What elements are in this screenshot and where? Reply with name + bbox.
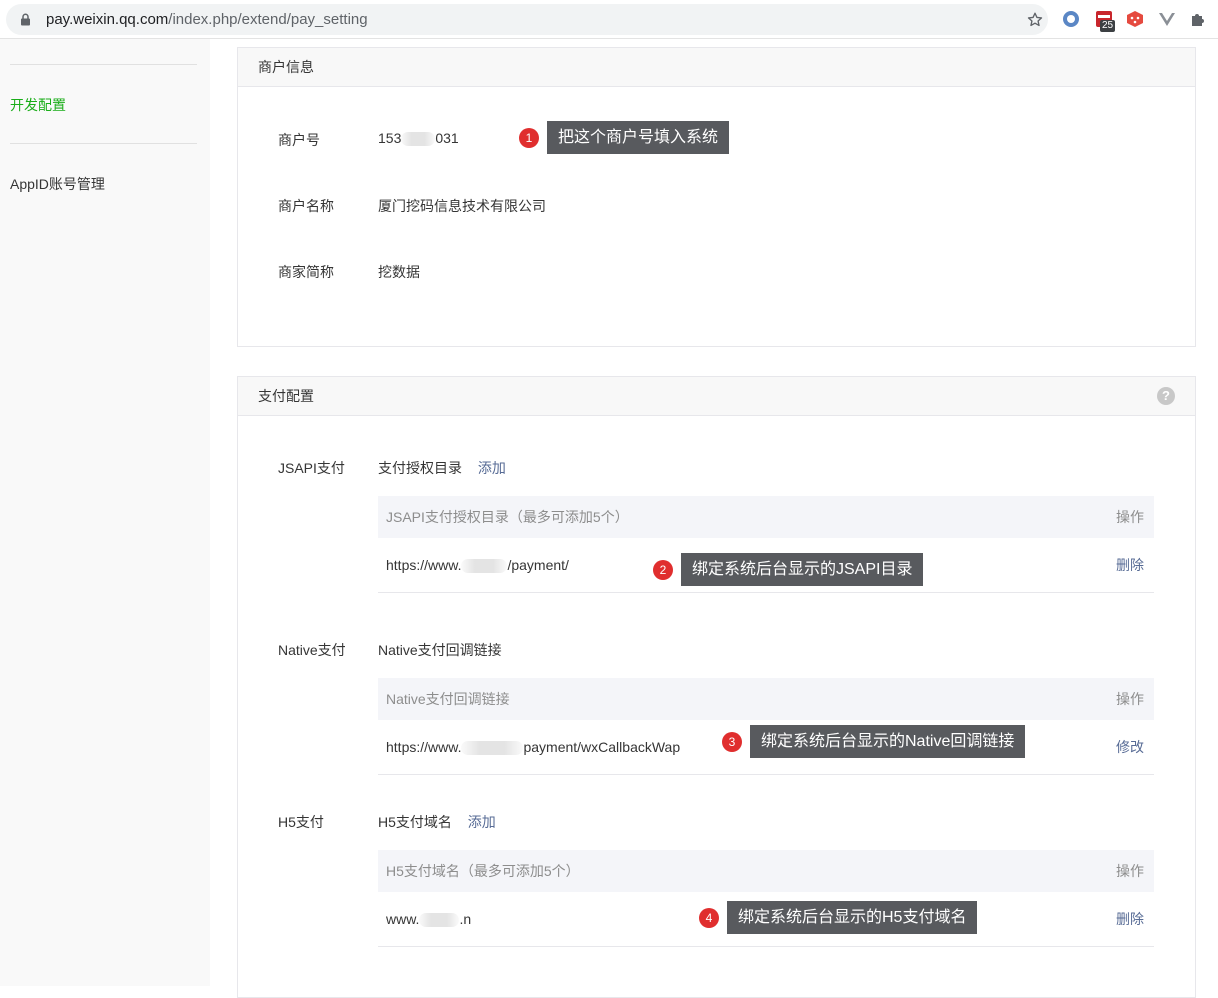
merchant-short-name-label: 商家简称 bbox=[278, 264, 334, 280]
h5-domain-value: www. .n bbox=[386, 911, 472, 928]
merchant-id-value: 153 031 bbox=[378, 130, 459, 147]
native-callback-value: https://www. payment/wxCallbackWap bbox=[386, 739, 681, 756]
extension-dice-icon[interactable] bbox=[1125, 9, 1145, 29]
annotation-text: 绑定系统后台显示的H5支付域名 bbox=[727, 901, 978, 934]
jsapi-col-action: 操作 bbox=[1116, 509, 1144, 525]
url-text: pay.weixin.qq.com/index.php/extend/pay_s… bbox=[46, 11, 368, 28]
help-icon[interactable]: ? bbox=[1157, 387, 1175, 405]
annotation-text: 绑定系统后台显示的JSAPI目录 bbox=[681, 553, 924, 586]
sidebar: 开发配置 AppID账号管理 bbox=[0, 39, 210, 986]
native-col-action: 操作 bbox=[1116, 691, 1144, 707]
merchant-short-name-value: 挖数据 bbox=[378, 264, 420, 280]
h5-sub-text: H5支付域名 bbox=[378, 814, 452, 830]
merchant-info-title: 商户信息 bbox=[238, 48, 1195, 87]
payment-config-title-text: 支付配置 bbox=[258, 388, 314, 404]
jsapi-add-link[interactable]: 添加 bbox=[478, 460, 506, 476]
annotation-callout: 3 绑定系统后台显示的Native回调链接 bbox=[722, 725, 1026, 758]
native-sub-label: Native支付回调链接 bbox=[378, 642, 502, 658]
merchant-name-label: 商户名称 bbox=[278, 198, 334, 214]
annotation-number: 2 bbox=[653, 559, 673, 580]
extension-vue-icon[interactable] bbox=[1157, 9, 1177, 29]
h5-label: H5支付 bbox=[278, 814, 324, 830]
h5-col-action: 操作 bbox=[1116, 863, 1144, 879]
annotation-callout: 1 把这个商户号填入系统 bbox=[519, 121, 730, 154]
address-bar[interactable]: pay.weixin.qq.com/index.php/extend/pay_s… bbox=[6, 4, 1048, 35]
h5-table-header: H5支付域名（最多可添加5个） 操作 bbox=[378, 850, 1154, 892]
merchant-info-panel: 商户信息 商户号 153 031 商户名称 厦门挖码信息技术有限公司 商家简称 挖… bbox=[237, 47, 1196, 347]
annotation-callout: 4 绑定系统后台显示的H5支付域名 bbox=[699, 901, 978, 934]
jsapi-delete-link[interactable]: 删除 bbox=[1116, 538, 1144, 592]
jsapi-sub-label: 支付授权目录 添加 bbox=[378, 458, 506, 478]
native-label: Native支付 bbox=[278, 642, 346, 658]
sidebar-item-dev-config[interactable]: 开发配置 bbox=[10, 95, 66, 115]
native-col-callback: Native支付回调链接 bbox=[386, 691, 510, 707]
sidebar-divider bbox=[10, 143, 197, 144]
lock-icon bbox=[21, 13, 30, 26]
sidebar-divider bbox=[10, 64, 197, 65]
h5-sub-label: H5支付域名 添加 bbox=[378, 812, 496, 832]
jsapi-directory-value: https://www./payment/ bbox=[386, 557, 569, 574]
jsapi-label: JSAPI支付 bbox=[278, 460, 345, 476]
jsapi-sub-text: 支付授权目录 bbox=[378, 460, 462, 476]
native-edit-link[interactable]: 修改 bbox=[1116, 720, 1144, 774]
native-table-header: Native支付回调链接 操作 bbox=[378, 678, 1154, 720]
extensions-puzzle-icon[interactable] bbox=[1188, 9, 1208, 29]
annotation-text: 把这个商户号填入系统 bbox=[547, 121, 730, 154]
h5-col-domain: H5支付域名（最多可添加5个） bbox=[386, 863, 580, 879]
extension-ring-icon[interactable] bbox=[1061, 9, 1081, 29]
browser-toolbar: pay.weixin.qq.com/index.php/extend/pay_s… bbox=[0, 0, 1218, 39]
annotation-callout: 2 绑定系统后台显示的JSAPI目录 bbox=[653, 553, 924, 586]
annotation-text: 绑定系统后台显示的Native回调链接 bbox=[750, 725, 1026, 758]
bookmark-star-icon[interactable] bbox=[1026, 11, 1044, 29]
annotation-number: 1 bbox=[519, 127, 539, 148]
payment-config-title: 支付配置 ? bbox=[238, 377, 1195, 416]
merchant-name-value: 厦门挖码信息技术有限公司 bbox=[378, 198, 546, 214]
sidebar-item-appid-management[interactable]: AppID账号管理 bbox=[10, 174, 105, 194]
annotation-number: 4 bbox=[699, 907, 719, 928]
h5-add-link[interactable]: 添加 bbox=[468, 814, 496, 830]
extension-badge: 25 bbox=[1100, 20, 1116, 32]
h5-delete-link[interactable]: 删除 bbox=[1116, 892, 1144, 946]
jsapi-col-directory: JSAPI支付授权目录（最多可添加5个） bbox=[386, 509, 629, 525]
annotation-number: 3 bbox=[722, 731, 742, 752]
jsapi-table-header: JSAPI支付授权目录（最多可添加5个） 操作 bbox=[378, 496, 1154, 538]
merchant-id-label: 商户号 bbox=[278, 132, 320, 148]
